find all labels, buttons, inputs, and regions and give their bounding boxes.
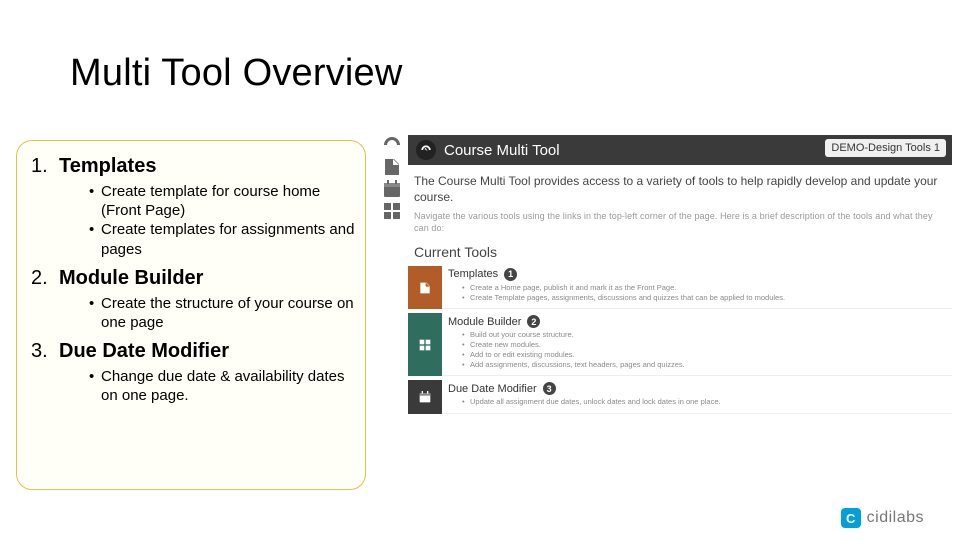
tool-description: The Course Multi Tool provides access to… — [408, 165, 952, 211]
grid-icon — [408, 313, 442, 376]
feature-number: 2. — [31, 267, 59, 290]
feature-list-box: 1.Templates Create template for course ho… — [16, 140, 366, 490]
panel-items: Create a Home page, publish it and mark … — [448, 283, 946, 303]
feature-bullet: Create templates for assignments and pag… — [89, 220, 355, 258]
gauge-icon — [416, 140, 436, 160]
feature-heading: Templates — [59, 155, 156, 178]
current-tools-label: Current Tools — [408, 242, 952, 266]
feature-bullet: Create the structure of your course on o… — [89, 294, 355, 332]
tool-header-bar: Course Multi Tool DEMO-Design Tools 1 — [408, 135, 952, 165]
panel-items: Build out your course structure.Create n… — [448, 330, 946, 369]
slide-title: Multi Tool Overview — [70, 52, 403, 95]
panel-item: Update all assignment due dates, unlock … — [462, 397, 946, 407]
panel-name: Due Date Modifier — [448, 383, 537, 395]
panel-item: Build out your course structure. — [462, 330, 946, 340]
feature-number: 3. — [31, 340, 59, 363]
footer-brand: C cidilabs — [841, 508, 924, 528]
grid-icon[interactable] — [380, 201, 404, 221]
feature-bullets: Create the structure of your course on o… — [89, 294, 355, 332]
feature-number: 1. — [31, 155, 59, 178]
tool-panel: Module Builder 2 Build out your course str… — [408, 313, 952, 376]
import-icon — [408, 266, 442, 310]
panel-number-badge: 3 — [543, 382, 556, 395]
import-icon[interactable] — [380, 157, 404, 177]
panel-number-badge: 1 — [504, 268, 517, 281]
panel-item: Add to or edit existing modules. — [462, 350, 946, 360]
tool-panel: Due Date Modifier 3 Update all assignment … — [408, 380, 952, 414]
tool-panel: Templates 1 Create a Home page, publish it… — [408, 266, 952, 310]
dashboard-icon[interactable] — [380, 135, 404, 155]
panel-item: Create a Home page, publish it and mark … — [462, 283, 946, 293]
panel-header: Templates 1 — [448, 268, 946, 283]
feature-heading: Due Date Modifier — [59, 340, 229, 363]
panel-item: Create Template pages, assignments, disc… — [462, 293, 946, 303]
panel-item: Create new modules. — [462, 340, 946, 350]
tool-header-title: Course Multi Tool — [444, 142, 560, 159]
feature-bullets: Create template for course home (Front P… — [89, 182, 355, 259]
feature-bullet: Change due date & availability dates on … — [89, 367, 355, 405]
panel-items: Update all assignment due dates, unlock … — [448, 397, 946, 407]
feature-item-1: 1.Templates — [31, 155, 355, 178]
panel-item: Add assignments, discussions, text heade… — [462, 360, 946, 370]
panel-header: Due Date Modifier 3 — [448, 382, 946, 397]
calendar-icon[interactable] — [380, 179, 404, 199]
panel-name: Module Builder — [448, 316, 521, 328]
brand-logo: C — [841, 508, 861, 528]
calendar-icon — [408, 380, 442, 414]
feature-item-3: 3.Due Date Modifier — [31, 340, 355, 363]
brand-text: cidilabs — [867, 509, 924, 527]
tool-subdescription: Navigate the various tools using the lin… — [408, 211, 952, 242]
feature-bullets: Change due date & availability dates on … — [89, 367, 355, 405]
screenshot-panel: Course Multi Tool DEMO-Design Tools 1 Th… — [380, 135, 952, 491]
feature-heading: Module Builder — [59, 267, 203, 290]
feature-bullet: Create template for course home (Front P… — [89, 182, 355, 220]
panel-name: Templates — [448, 268, 498, 280]
panel-number-badge: 2 — [527, 315, 540, 328]
feature-item-2: 2.Module Builder — [31, 267, 355, 290]
course-badge: DEMO-Design Tools 1 — [825, 139, 946, 157]
panel-header: Module Builder 2 — [448, 315, 946, 330]
side-tabs — [380, 135, 408, 223]
